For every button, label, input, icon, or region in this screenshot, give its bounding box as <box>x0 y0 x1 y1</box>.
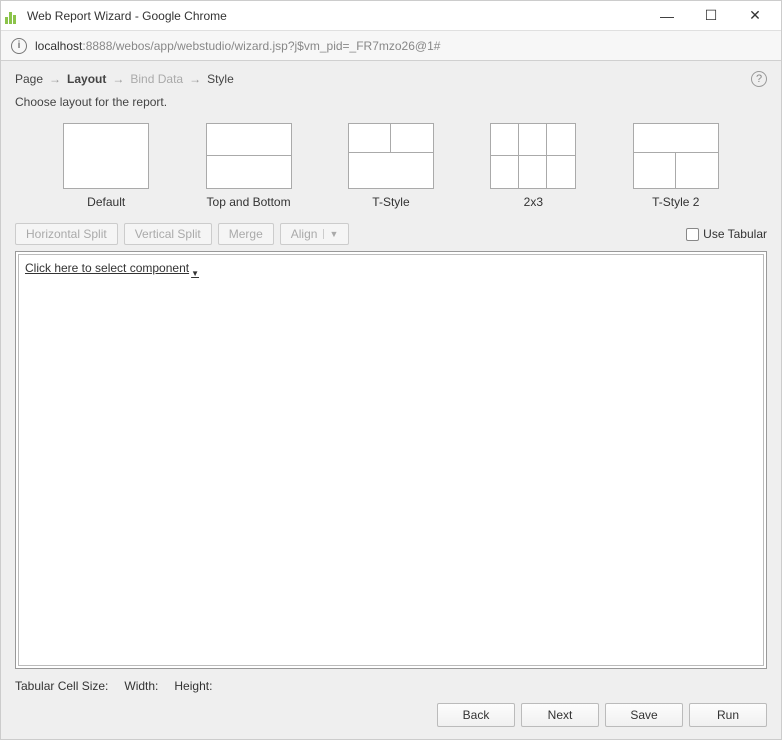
next-button[interactable]: Next <box>521 703 599 727</box>
window-title: Web Report Wizard - Google Chrome <box>27 9 645 23</box>
horizontal-split-button[interactable]: Horizontal Split <box>15 223 118 245</box>
layout-t-style-2[interactable]: T-Style 2 <box>633 123 719 209</box>
layout-thumb <box>633 123 719 189</box>
layout-canvas[interactable]: Click here to select component ▼ <box>15 251 767 669</box>
layout-options: Default Top and Bottom T-Style <box>15 123 767 209</box>
breadcrumb-step-page[interactable]: Page <box>15 72 43 86</box>
address-bar[interactable]: i localhost :8888/webos/app/webstudio/wi… <box>1 31 781 61</box>
breadcrumb-step-binddata: Bind Data <box>130 72 183 86</box>
chevron-down-icon: ▼ <box>191 269 199 278</box>
chevron-down-icon: ▼ <box>323 229 338 239</box>
select-component-link[interactable]: Click here to select component ▼ <box>25 261 199 275</box>
tabular-cell-size-label: Tabular Cell Size: <box>15 679 108 693</box>
breadcrumb-arrow-icon: → <box>49 72 61 86</box>
page-subtitle: Choose layout for the report. <box>15 95 767 109</box>
layout-2x3[interactable]: 2x3 <box>490 123 576 209</box>
width-label: Width: <box>124 679 158 693</box>
footer-info: Tabular Cell Size: Width: Height: <box>15 669 767 703</box>
use-tabular-checkbox[interactable]: Use Tabular <box>686 227 767 241</box>
window-titlebar: Web Report Wizard - Google Chrome — ☐ ✕ <box>1 1 781 31</box>
breadcrumb-step-layout[interactable]: Layout <box>67 72 106 86</box>
close-button[interactable]: ✕ <box>733 2 777 30</box>
help-icon[interactable]: ? <box>751 71 767 87</box>
app-icon <box>5 8 21 24</box>
save-button[interactable]: Save <box>605 703 683 727</box>
address-host: localhost <box>35 39 82 53</box>
align-button[interactable]: Align ▼ <box>280 223 350 245</box>
info-icon[interactable]: i <box>11 38 27 54</box>
wizard-content: Page → Layout → Bind Data → Style ? Choo… <box>1 61 781 739</box>
layout-thumb <box>63 123 149 189</box>
vertical-split-button[interactable]: Vertical Split <box>124 223 212 245</box>
checkbox-icon <box>686 228 699 241</box>
wizard-buttons: Back Next Save Run <box>15 703 767 727</box>
minimize-button[interactable]: — <box>645 2 689 30</box>
back-button[interactable]: Back <box>437 703 515 727</box>
layout-top-bottom[interactable]: Top and Bottom <box>206 123 292 209</box>
layout-t-style[interactable]: T-Style <box>348 123 434 209</box>
layout-thumb <box>206 123 292 189</box>
address-path: :8888/webos/app/webstudio/wizard.jsp?j$v… <box>82 39 440 53</box>
layout-thumb <box>490 123 576 189</box>
merge-button[interactable]: Merge <box>218 223 274 245</box>
breadcrumb-arrow-icon: → <box>112 72 124 86</box>
run-button[interactable]: Run <box>689 703 767 727</box>
breadcrumb-step-style[interactable]: Style <box>207 72 234 86</box>
breadcrumb-arrow-icon: → <box>189 72 201 86</box>
layout-default[interactable]: Default <box>63 123 149 209</box>
maximize-button[interactable]: ☐ <box>689 2 733 30</box>
layout-toolbar: Horizontal Split Vertical Split Merge Al… <box>15 223 767 245</box>
layout-thumb <box>348 123 434 189</box>
breadcrumb: Page → Layout → Bind Data → Style ? <box>15 71 767 87</box>
height-label: Height: <box>174 679 212 693</box>
